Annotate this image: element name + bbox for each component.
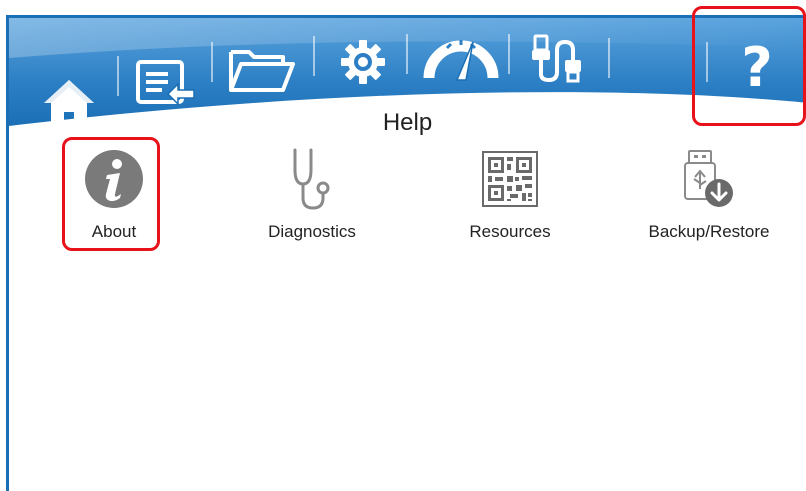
usb-download-icon <box>684 150 733 207</box>
display-back-button[interactable] <box>134 58 196 108</box>
folder-icon <box>229 50 295 92</box>
usb-cable-icon <box>532 34 581 83</box>
usb-connection-button[interactable] <box>527 32 591 84</box>
menu-item-resources[interactable]: Resources <box>430 144 590 254</box>
folder-button[interactable] <box>227 44 297 94</box>
menu-item-label: About <box>91 222 137 241</box>
menu-item-backup-restore[interactable]: Backup/Restore <box>629 144 789 254</box>
help-icon: ? <box>741 38 772 94</box>
app-window: ? Help About Diagnostics Resources Backu… <box>6 15 806 491</box>
stethoscope-icon <box>293 148 330 210</box>
info-icon <box>85 150 143 208</box>
help-button[interactable]: ? <box>731 38 783 94</box>
page-title: Help <box>382 109 433 136</box>
gauge-icon <box>423 40 499 81</box>
display-back-icon <box>136 60 195 106</box>
menu-item-label: Diagnostics <box>268 222 356 241</box>
gear-icon <box>341 40 385 84</box>
menu-item-label: Resources <box>469 222 551 241</box>
menu-item-diagnostics[interactable]: Diagnostics <box>232 144 392 254</box>
menu-item-about[interactable]: About <box>34 144 194 254</box>
gauge-button[interactable] <box>423 36 499 82</box>
svg-text:?: ? <box>741 38 772 94</box>
settings-button[interactable] <box>339 38 387 86</box>
menu-item-label: Backup/Restore <box>648 222 770 241</box>
qr-code-icon <box>482 151 538 207</box>
